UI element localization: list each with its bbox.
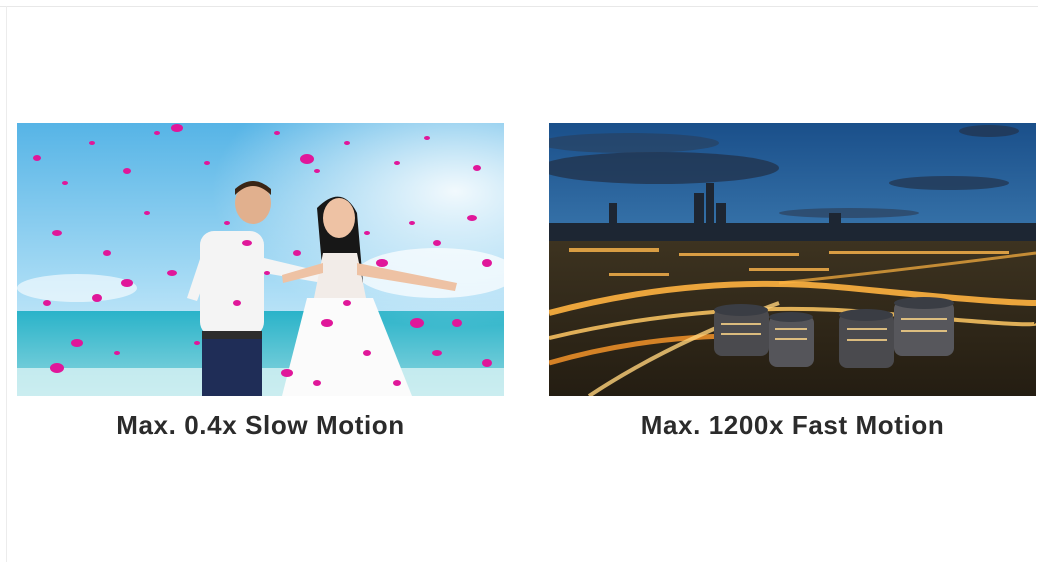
slow-motion-caption: Max. 0.4x Slow Motion [116, 410, 405, 440]
left-border [6, 6, 7, 562]
wedding-beach-photo [17, 123, 504, 396]
top-border [0, 6, 1038, 7]
fast-motion-panel: Max. 1200x Fast Motion [549, 123, 1036, 441]
slow-motion-panel: Max. 0.4x Slow Motion [17, 123, 504, 441]
fast-motion-caption: Max. 1200x Fast Motion [640, 410, 945, 440]
city-night-photo [549, 123, 1036, 396]
